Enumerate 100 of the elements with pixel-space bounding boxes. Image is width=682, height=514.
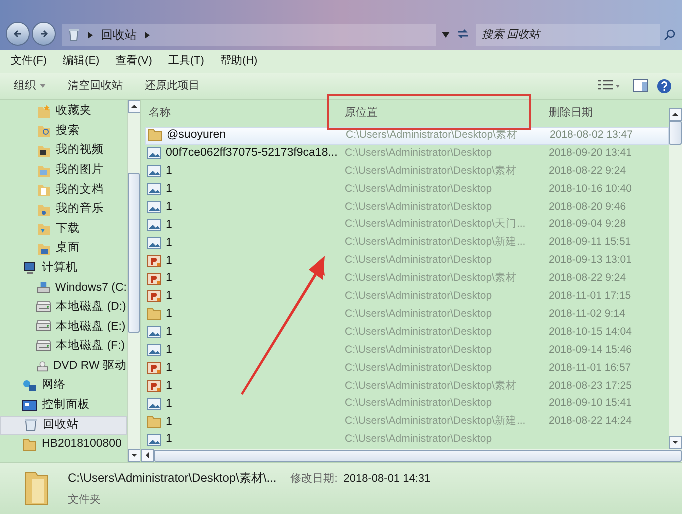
menu-item[interactable]: 查看(V)	[112, 53, 156, 70]
sidebar-item[interactable]: 控制面板	[0, 396, 127, 416]
original-location: C:\Users\Administrator\Desktop	[344, 432, 494, 448]
sidebar-item[interactable]: 桌面	[0, 239, 127, 259]
deleted-date: 2018-11-01 16:57	[548, 360, 632, 376]
scroll-thumb[interactable]	[128, 173, 140, 333]
image-file-icon	[147, 432, 162, 448]
presentation-file-icon	[147, 254, 162, 269]
sidebar-item[interactable]: DVD RW 驱动	[0, 356, 127, 376]
sidebar-item[interactable]: 我的音乐	[0, 200, 127, 220]
menu-item[interactable]: 工具(T)	[165, 53, 208, 70]
file-name: 1	[166, 236, 172, 251]
file-row[interactable]: 1 C:\Users\Administrator\Desktop\天门... 2018-09-04 9:28	[145, 216, 669, 234]
toolbar-button[interactable]: 组织	[10, 76, 50, 96]
sidebar-item[interactable]: 我的视频	[0, 141, 127, 161]
file-row[interactable]: 00f7ce062ff37075-52173f9ca18... C:\Users\Administrator\Desktop 2018-09-20 13:41	[145, 144, 669, 163]
file-row[interactable]: 1 C:\Users\Administrator\Desktop\素材 2018-08-22 9:24	[145, 162, 669, 181]
image-file-icon	[147, 164, 162, 180]
chevron-icon	[145, 32, 150, 38]
drive-icon	[36, 280, 52, 296]
back-arrow-icon	[13, 29, 23, 39]
file-row[interactable]: 1 C:\Users\Administrator\Desktop 2018-11-01 17:15	[145, 288, 669, 306]
menu-item[interactable]: 帮助(H)	[217, 53, 261, 70]
column-header[interactable]: 删除日期	[545, 104, 669, 122]
sidebar-item[interactable]: Windows7 (C:	[0, 278, 127, 298]
back-button[interactable]	[6, 22, 30, 46]
sidebar-item[interactable]: 下载	[0, 220, 127, 240]
refresh-icon[interactable]	[456, 28, 470, 40]
file-name: 1	[166, 414, 172, 430]
file-name: 1	[166, 307, 172, 322]
address-bar[interactable]: 回收站	[62, 24, 436, 46]
file-row[interactable]: 1 C:\Users\Administrator\Desktop 2018-10-15 14:04	[145, 324, 669, 342]
file-name: 1	[166, 325, 172, 340]
toolbar-button[interactable]: 清空回收站	[64, 76, 127, 96]
file-name: 1	[166, 342, 172, 358]
sidebar-item[interactable]: HB2018100800	[0, 435, 127, 455]
deleted-date: 2018-08-22 14:24	[548, 414, 633, 430]
original-location: C:\Users\Administrator\Desktop	[344, 342, 494, 358]
file-row[interactable]: 1 C:\Users\Administrator\Desktop 2018-09-13 13:01	[145, 252, 669, 270]
file-name: 00f7ce062ff37075-52173f9ca18...	[166, 146, 338, 162]
sidebar-item[interactable]: 本地磁盘 (E:)	[0, 318, 127, 338]
scroll-up-icon[interactable]	[128, 100, 141, 113]
file-row[interactable]: 1 C:\Users\Administrator\Desktop 2018-09-10 15:41	[145, 395, 669, 414]
sidebar-item[interactable]: 本地磁盘 (D:)	[0, 298, 127, 318]
file-row[interactable]: 1 C:\Users\Administrator\Desktop 2018-10-16 10:40	[145, 180, 669, 199]
deleted-date: 2018-08-20 9:46	[548, 200, 628, 215]
original-location: C:\Users\Administrator\Desktop\素材	[344, 378, 518, 394]
vertical-scrollbar[interactable]	[669, 108, 682, 449]
file-path: C:\Users\Administrator\Desktop\素材\...	[68, 470, 277, 487]
file-row[interactable]: 1 C:\Users\Administrator\Desktop\素材 2018-08-23 17:25	[145, 377, 669, 396]
column-header[interactable]: 名称	[145, 104, 341, 122]
file-type: 文件夹	[68, 492, 102, 508]
menu-item[interactable]: 文件(F)	[8, 53, 50, 70]
help-icon[interactable]	[657, 78, 672, 94]
scroll-down-icon[interactable]	[128, 449, 141, 462]
sidebar-item[interactable]: 回收站	[0, 416, 127, 436]
file-name: 1	[166, 254, 172, 269]
menu-item[interactable]: 编辑(E)	[60, 53, 103, 70]
sidebar-item[interactable]: 收藏夹	[0, 102, 127, 122]
sidebar-item[interactable]: 本地磁盘 (F:)	[0, 337, 127, 357]
toolbar-button[interactable]: 还原此项目	[141, 76, 204, 96]
scroll-thumb[interactable]	[669, 121, 682, 145]
forward-button[interactable]	[32, 22, 56, 46]
file-row[interactable]: 1 C:\Users\Administrator\Desktop 2018-11-02 9:14	[145, 306, 669, 324]
deleted-date: 2018-08-22 9:24	[548, 164, 628, 179]
file-row[interactable]: 1 C:\Users\Administrator\Desktop\素材 2018-08-22 9:24	[145, 270, 669, 288]
file-row[interactable]: 1 C:\Users\Administrator\Desktop 2018-09-14 15:46	[145, 342, 669, 360]
file-row[interactable]: 1 C:\Users\Administrator\Desktop 2018-08-20 9:46	[145, 198, 669, 216]
dropdown-caret-icon[interactable]	[442, 32, 450, 38]
scroll-up-icon[interactable]	[669, 108, 682, 121]
preview-pane-icon[interactable]	[633, 79, 649, 93]
column-header[interactable]: 原位置	[341, 104, 545, 122]
chevron-icon	[88, 32, 93, 38]
sidebar-item[interactable]: 计算机	[0, 258, 127, 278]
file-name: 1	[166, 182, 172, 197]
file-row[interactable]: 1 C:\Users\Administrator\Desktop 2018-11-01 16:57	[145, 360, 669, 378]
scroll-down-icon[interactable]	[669, 436, 682, 449]
image-file-icon	[147, 200, 162, 215]
download-folder-icon	[36, 221, 52, 238]
modified-label: 修改日期:	[290, 472, 338, 487]
deleted-date: 2018-10-15 14:04	[548, 324, 633, 340]
sidebar-item[interactable]: 我的图片	[0, 160, 127, 180]
scroll-left-icon[interactable]	[141, 449, 154, 462]
file-row[interactable]: 1 C:\Users\Administrator\Desktop\新建... 2018-09-11 15:51	[145, 234, 669, 252]
file-name: 1	[166, 289, 172, 304]
deleted-date: 2018-11-01 17:15	[548, 289, 632, 304]
file-name: 1	[166, 164, 172, 180]
file-row[interactable]: 1 C:\Users\Administrator\Desktop\新建... 2018-08-22 14:24	[145, 413, 669, 432]
sidebar-item[interactable]: 搜索	[0, 122, 127, 142]
file-row[interactable]: 1 C:\Users\Administrator\Desktop	[145, 431, 669, 449]
address-segment[interactable]: 回收站	[101, 26, 137, 44]
vertical-scrollbar[interactable]	[127, 100, 140, 462]
file-row[interactable]: @suoyuren C:\Users\Administrator\Desktop\素材 2018-08-02 13:47	[145, 126, 669, 145]
deleted-date: 2018-08-22 9:24	[548, 271, 628, 286]
image-file-icon	[147, 343, 162, 358]
sidebar-item[interactable]: 网络	[0, 376, 127, 396]
caret-icon	[40, 84, 46, 88]
sidebar-item[interactable]: 我的文档	[0, 180, 127, 200]
presentation-file-icon	[147, 360, 162, 376]
original-location: C:\Users\Administrator\Desktop	[344, 253, 494, 268]
